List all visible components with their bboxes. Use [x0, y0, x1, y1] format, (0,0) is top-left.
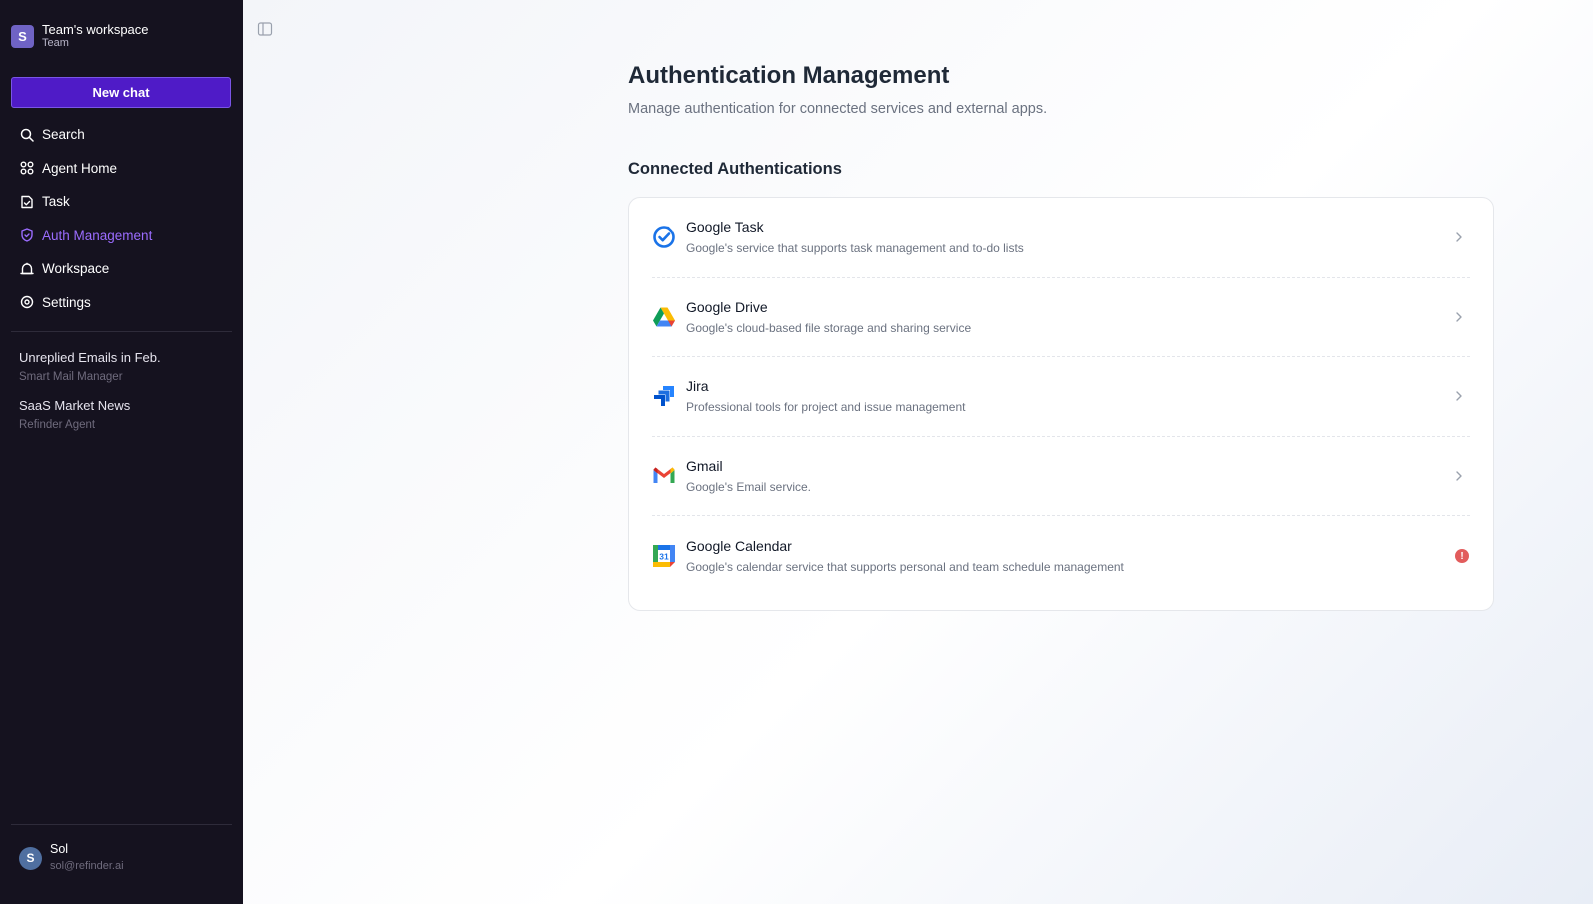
auth-item-desc: Google's cloud-based file storage and sh…: [686, 320, 972, 335]
chevron-right-icon: [1456, 391, 1462, 402]
sidebar: S Team's workspace Team New chat Search …: [0, 0, 243, 904]
recent-chat-title: SaaS Market News: [19, 398, 131, 413]
workspace-type: Team: [42, 37, 69, 49]
sidebar-item-label: Auth Management: [42, 227, 153, 243]
auth-item-google-drive[interactable]: Google Drive Google's cloud-based file s…: [652, 278, 1470, 358]
auth-item-name: Gmail: [686, 458, 723, 475]
recent-chat-agent: Smart Mail Manager: [19, 371, 123, 383]
page-title: Authentication Management: [628, 62, 950, 89]
section-title: Connected Authentications: [628, 160, 842, 178]
recent-chat-title: Unreplied Emails in Feb.: [19, 350, 161, 365]
chevron-right-icon: [1456, 312, 1462, 322]
sidebar-item-settings[interactable]: Settings: [0, 286, 243, 320]
sidebar-nav: Search Agent Home Task Auth Management W…: [0, 118, 243, 319]
auth-item-jira[interactable]: Jira Professional tools for project and …: [652, 357, 1470, 437]
google-drive-icon: [653, 307, 675, 327]
page-subtitle: Manage authentication for connected serv…: [628, 101, 1048, 117]
auth-item-name: Google Calendar: [686, 538, 792, 555]
user-name: Sol: [50, 842, 69, 856]
auth-item-desc: Google's service that supports task mana…: [686, 241, 1024, 256]
auth-item-name: Jira: [686, 378, 709, 395]
error-alert-icon: !: [1455, 549, 1469, 564]
sidebar-item-label: Agent Home: [42, 160, 118, 176]
sidebar-item-label: Workspace: [42, 261, 110, 277]
search-icon: [19, 127, 35, 143]
auth-item-name: Google Drive: [686, 298, 768, 315]
auth-item-desc: Google's Email service.: [686, 480, 812, 495]
chevron-right-icon: [1456, 232, 1462, 242]
shield-icon: [19, 227, 35, 243]
sidebar-divider: [11, 824, 232, 825]
google-task-icon: [653, 226, 675, 249]
sidebar-toggle-icon: [257, 22, 273, 36]
sidebar-item-label: Task: [42, 194, 70, 210]
sidebar-item-agent-home[interactable]: Agent Home: [0, 152, 243, 186]
new-chat-button[interactable]: New chat: [11, 77, 231, 108]
agent-home-icon: [19, 160, 35, 176]
settings-icon: [19, 294, 35, 310]
workspace-switcher[interactable]: S Team's workspace Team: [11, 22, 149, 50]
recent-chat-item[interactable]: SaaS Market News Refinder Agent: [19, 398, 130, 433]
recent-chat-agent: Refinder Agent: [19, 419, 96, 431]
sidebar-item-task[interactable]: Task: [0, 185, 243, 219]
auth-item-desc: Professional tools for project and issue…: [686, 400, 966, 415]
user-email: sol@refinder.ai: [50, 860, 124, 872]
avatar: S: [19, 846, 42, 870]
jira-icon: [654, 386, 674, 407]
sidebar-toggle-button[interactable]: [257, 21, 273, 37]
sidebar-item-auth-management[interactable]: Auth Management: [0, 219, 243, 253]
user-profile[interactable]: S Sol sol@refinder.ai: [19, 842, 124, 874]
auth-item-google-task[interactable]: Google Task Google's service that suppor…: [652, 198, 1470, 278]
sidebar-item-search[interactable]: Search: [0, 118, 243, 152]
auth-item-gmail[interactable]: Gmail Google's Email service.: [652, 437, 1470, 517]
workspace-icon: [19, 261, 35, 277]
recent-chat-item[interactable]: Unreplied Emails in Feb. Smart Mail Mana…: [19, 350, 161, 385]
auth-item-name: Google Task: [686, 219, 764, 236]
sidebar-item-workspace[interactable]: Workspace: [0, 252, 243, 286]
workspace-name: Team's workspace: [42, 22, 149, 37]
gmail-icon: [653, 467, 675, 484]
task-icon: [19, 194, 35, 210]
main-content: Authentication Management Manage authent…: [243, 0, 1593, 904]
workspace-avatar: S: [11, 24, 34, 48]
google-calendar-icon: 31: [653, 545, 675, 568]
chevron-right-icon: [1456, 471, 1462, 481]
auth-list-card: Google Task Google's service that suppor…: [628, 197, 1494, 611]
auth-item-google-calendar[interactable]: 31 Google Calendar Google's calendar ser…: [652, 516, 1470, 596]
sidebar-item-label: Settings: [42, 294, 91, 310]
auth-item-desc: Google's calendar service that supports …: [686, 560, 1124, 575]
sidebar-item-label: Search: [42, 127, 85, 143]
sidebar-divider: [11, 331, 232, 332]
calendar-day-label: 31: [659, 552, 669, 562]
